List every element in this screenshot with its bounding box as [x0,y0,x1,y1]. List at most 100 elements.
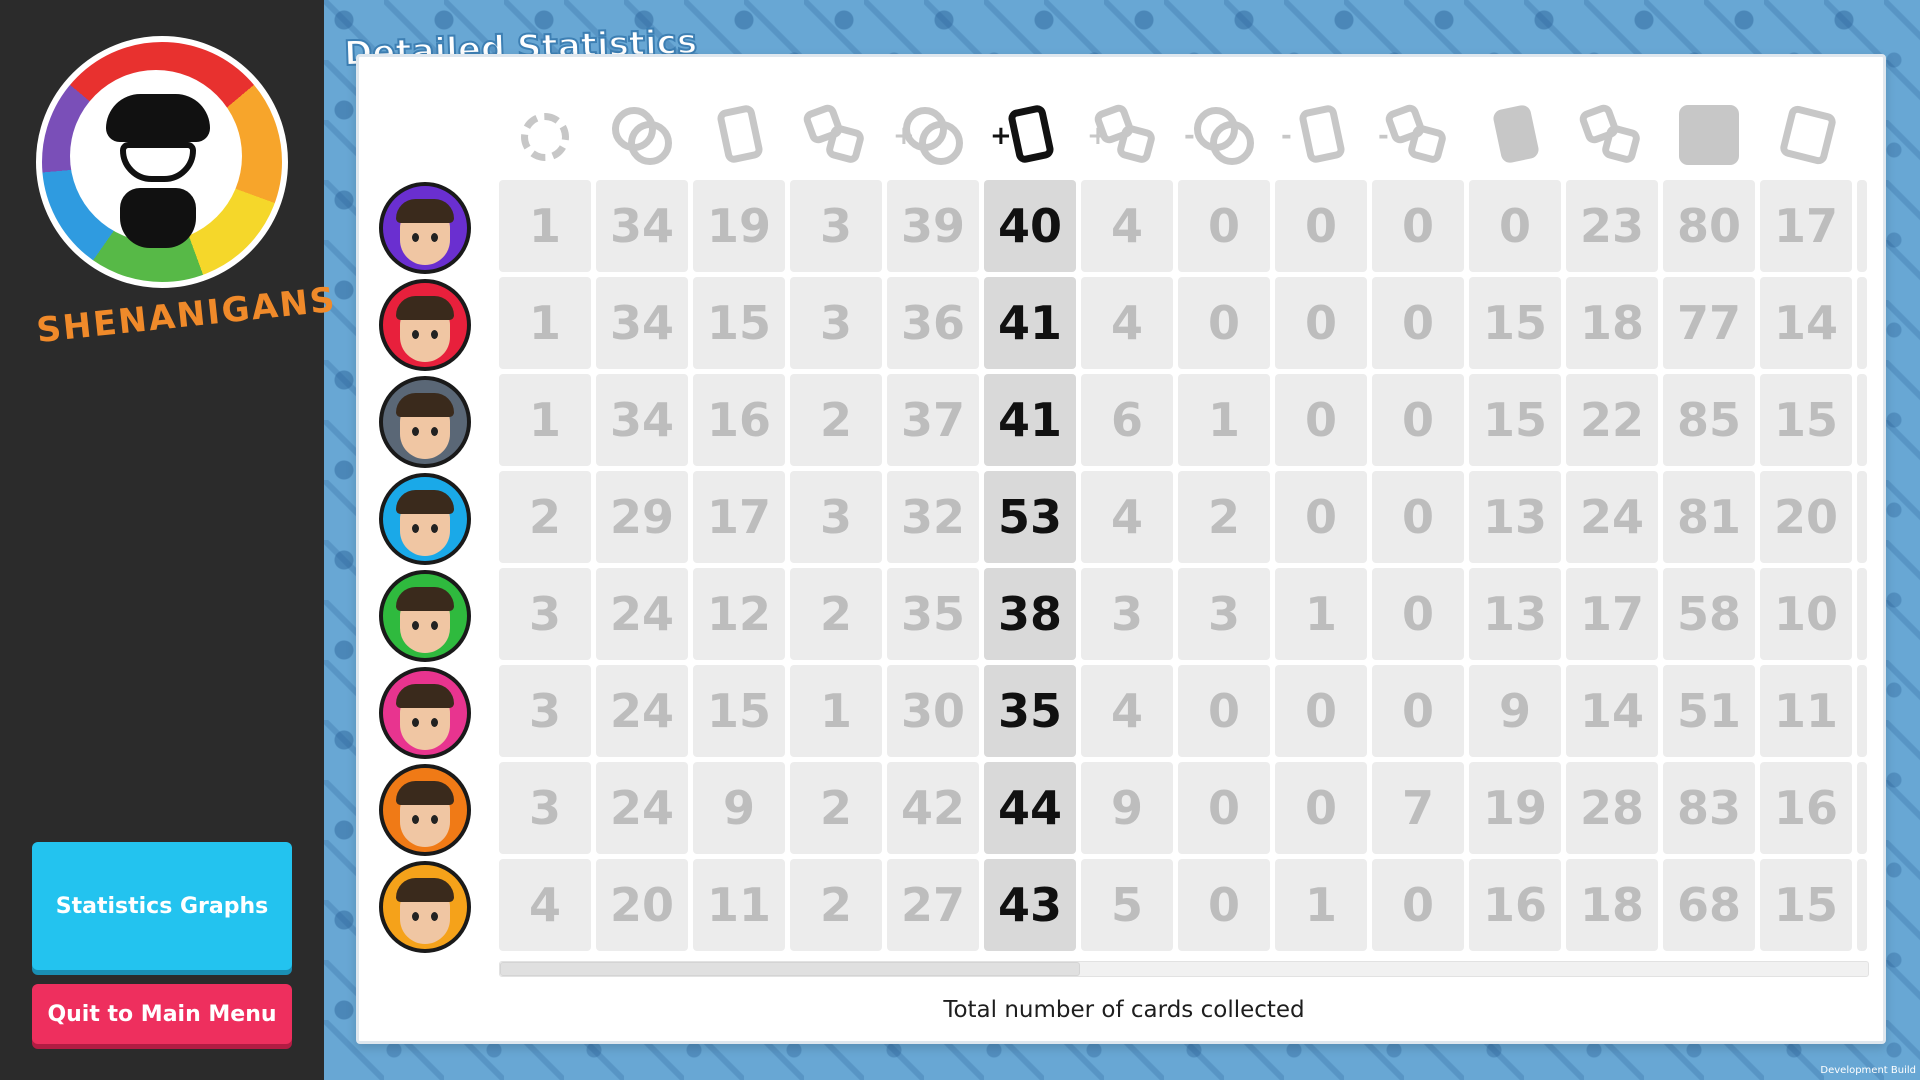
stat-cell: 2 [499,471,591,563]
stat-cell: 2 [790,374,882,466]
stat-cell: 29 [596,471,688,563]
column-caption: Total number of cards collected [943,997,1305,1023]
stat-cell: 34 [596,180,688,272]
column-header-die-face-six-icon[interactable] [1663,85,1755,185]
avatar-face [396,781,454,847]
stat-cell: 0 [1275,665,1367,757]
avatar[interactable] [379,861,471,953]
avatar-hair [396,393,454,417]
stat-cell: 9 [1081,762,1173,854]
stat-cell: 32 [887,471,979,563]
stat-cell: 10 [1760,568,1852,660]
stat-cell: 15 [693,277,785,369]
stat-cell: 0 [1275,762,1367,854]
avatar[interactable] [379,764,471,856]
avatar[interactable] [379,182,471,274]
column-header-dice-gained-icon[interactable]: + [1081,85,1173,185]
stat-cell: 0 [1275,180,1367,272]
column-header-laurel-wreath-icon[interactable] [499,85,591,185]
stat-cell: 9 [693,762,785,854]
column-header-coins-icon[interactable] [596,85,688,185]
stat-cell: 11 [1760,665,1852,757]
stat-cell: 2 [790,859,882,951]
stat-cell: 44 [984,762,1076,854]
stat-cell: 0 [1372,568,1464,660]
column-header-cards-lost-icon[interactable]: - [1275,85,1367,185]
avatar[interactable] [379,570,471,662]
stat-cell: 19 [693,180,785,272]
avatar[interactable] [379,279,471,371]
avatar-face [396,878,454,944]
stat-cell: 53 [984,471,1076,563]
stat-cell: 15 [1469,277,1561,369]
column-prefix: + [893,121,915,151]
stat-cell: 1 [499,180,591,272]
stat-cell: 41 [984,374,1076,466]
stat-cell: 43 [984,859,1076,951]
stat-cell: 41 [984,277,1076,369]
avatar-eye [431,815,438,824]
avatar-eye [431,621,438,630]
stat-cell: 27 [887,859,979,951]
avatar-hair [396,781,454,805]
stat-cell: 0 [1178,277,1270,369]
stat-cell-overflow [1857,568,1867,660]
stat-cell: 0 [1372,471,1464,563]
stat-cell: 9 [1469,665,1561,757]
column-header-dice-lost-icon[interactable]: - [1372,85,1464,185]
column-header-card-stack-icon[interactable] [1760,85,1852,185]
cards-gained-icon: + [990,103,1062,167]
avatar-face [396,587,454,653]
column-prefix: - [1281,121,1292,151]
stat-cell: 39 [887,180,979,272]
column-prefix: - [1184,121,1195,151]
logo-inner-circle [70,70,242,248]
stat-cell: 4 [1081,180,1173,272]
stat-cell-overflow [1857,859,1867,951]
stat-cell: 24 [596,568,688,660]
horizontal-scrollbar[interactable] [499,961,1869,977]
column-prefix: + [990,121,1012,151]
column-header-card-played-icon[interactable] [1469,85,1561,185]
avatar[interactable] [379,376,471,468]
stat-cell: 15 [1469,374,1561,466]
table-row: 2 29 17 3 32 53 4 2 0 0 13 24 81 20 [379,471,1867,567]
stat-cell: 18 [1566,277,1658,369]
stat-cell: 11 [693,859,785,951]
column-header-coins-lost-icon[interactable]: - [1178,85,1270,185]
avatar-eye [412,427,419,436]
avatar[interactable] [379,473,471,565]
stat-cell: 3 [1178,568,1270,660]
scrollbar-thumb[interactable] [500,962,1080,976]
stat-cell: 1 [499,277,591,369]
stat-cell-overflow [1857,277,1867,369]
stat-cell: 24 [596,762,688,854]
column-header-dice-icon[interactable] [790,85,882,185]
avatar[interactable] [379,667,471,759]
stat-cell: 4 [1081,665,1173,757]
avatar-face [396,199,454,265]
shenanigans-logo: SHENANIGANS [35,36,338,356]
sidebar: SHENANIGANS Statistics Graphs Quit to Ma… [0,0,338,1080]
table-row: 4 20 11 2 27 43 5 0 1 0 16 18 68 15 [379,859,1867,955]
quit-to-main-menu-button[interactable]: Quit to Main Menu [32,984,292,1044]
stat-cell: 0 [1178,859,1270,951]
stat-cell: 1 [499,374,591,466]
stat-cell: 38 [984,568,1076,660]
column-header-cards-icon[interactable] [693,85,785,185]
stat-cell: 13 [1469,568,1561,660]
stat-cell: 15 [693,665,785,757]
avatar-face [396,296,454,362]
column-header-dice-rolled-icon[interactable] [1566,85,1658,185]
avatar-eye [412,815,419,824]
avatar-hair [396,490,454,514]
column-header-cards-gained-icon[interactable]: + [984,85,1076,185]
statistics-graphs-button[interactable]: Statistics Graphs [32,842,292,970]
column-header-coins-gained-icon[interactable]: + [887,85,979,185]
stat-cell: 5 [1081,859,1173,951]
coins-gained-icon: + [893,103,965,167]
avatar-eye [412,912,419,921]
table-row: 3 24 15 1 30 35 4 0 0 0 9 14 51 11 [379,665,1867,761]
stat-cell: 0 [1372,374,1464,466]
avatar-eye [431,233,438,242]
